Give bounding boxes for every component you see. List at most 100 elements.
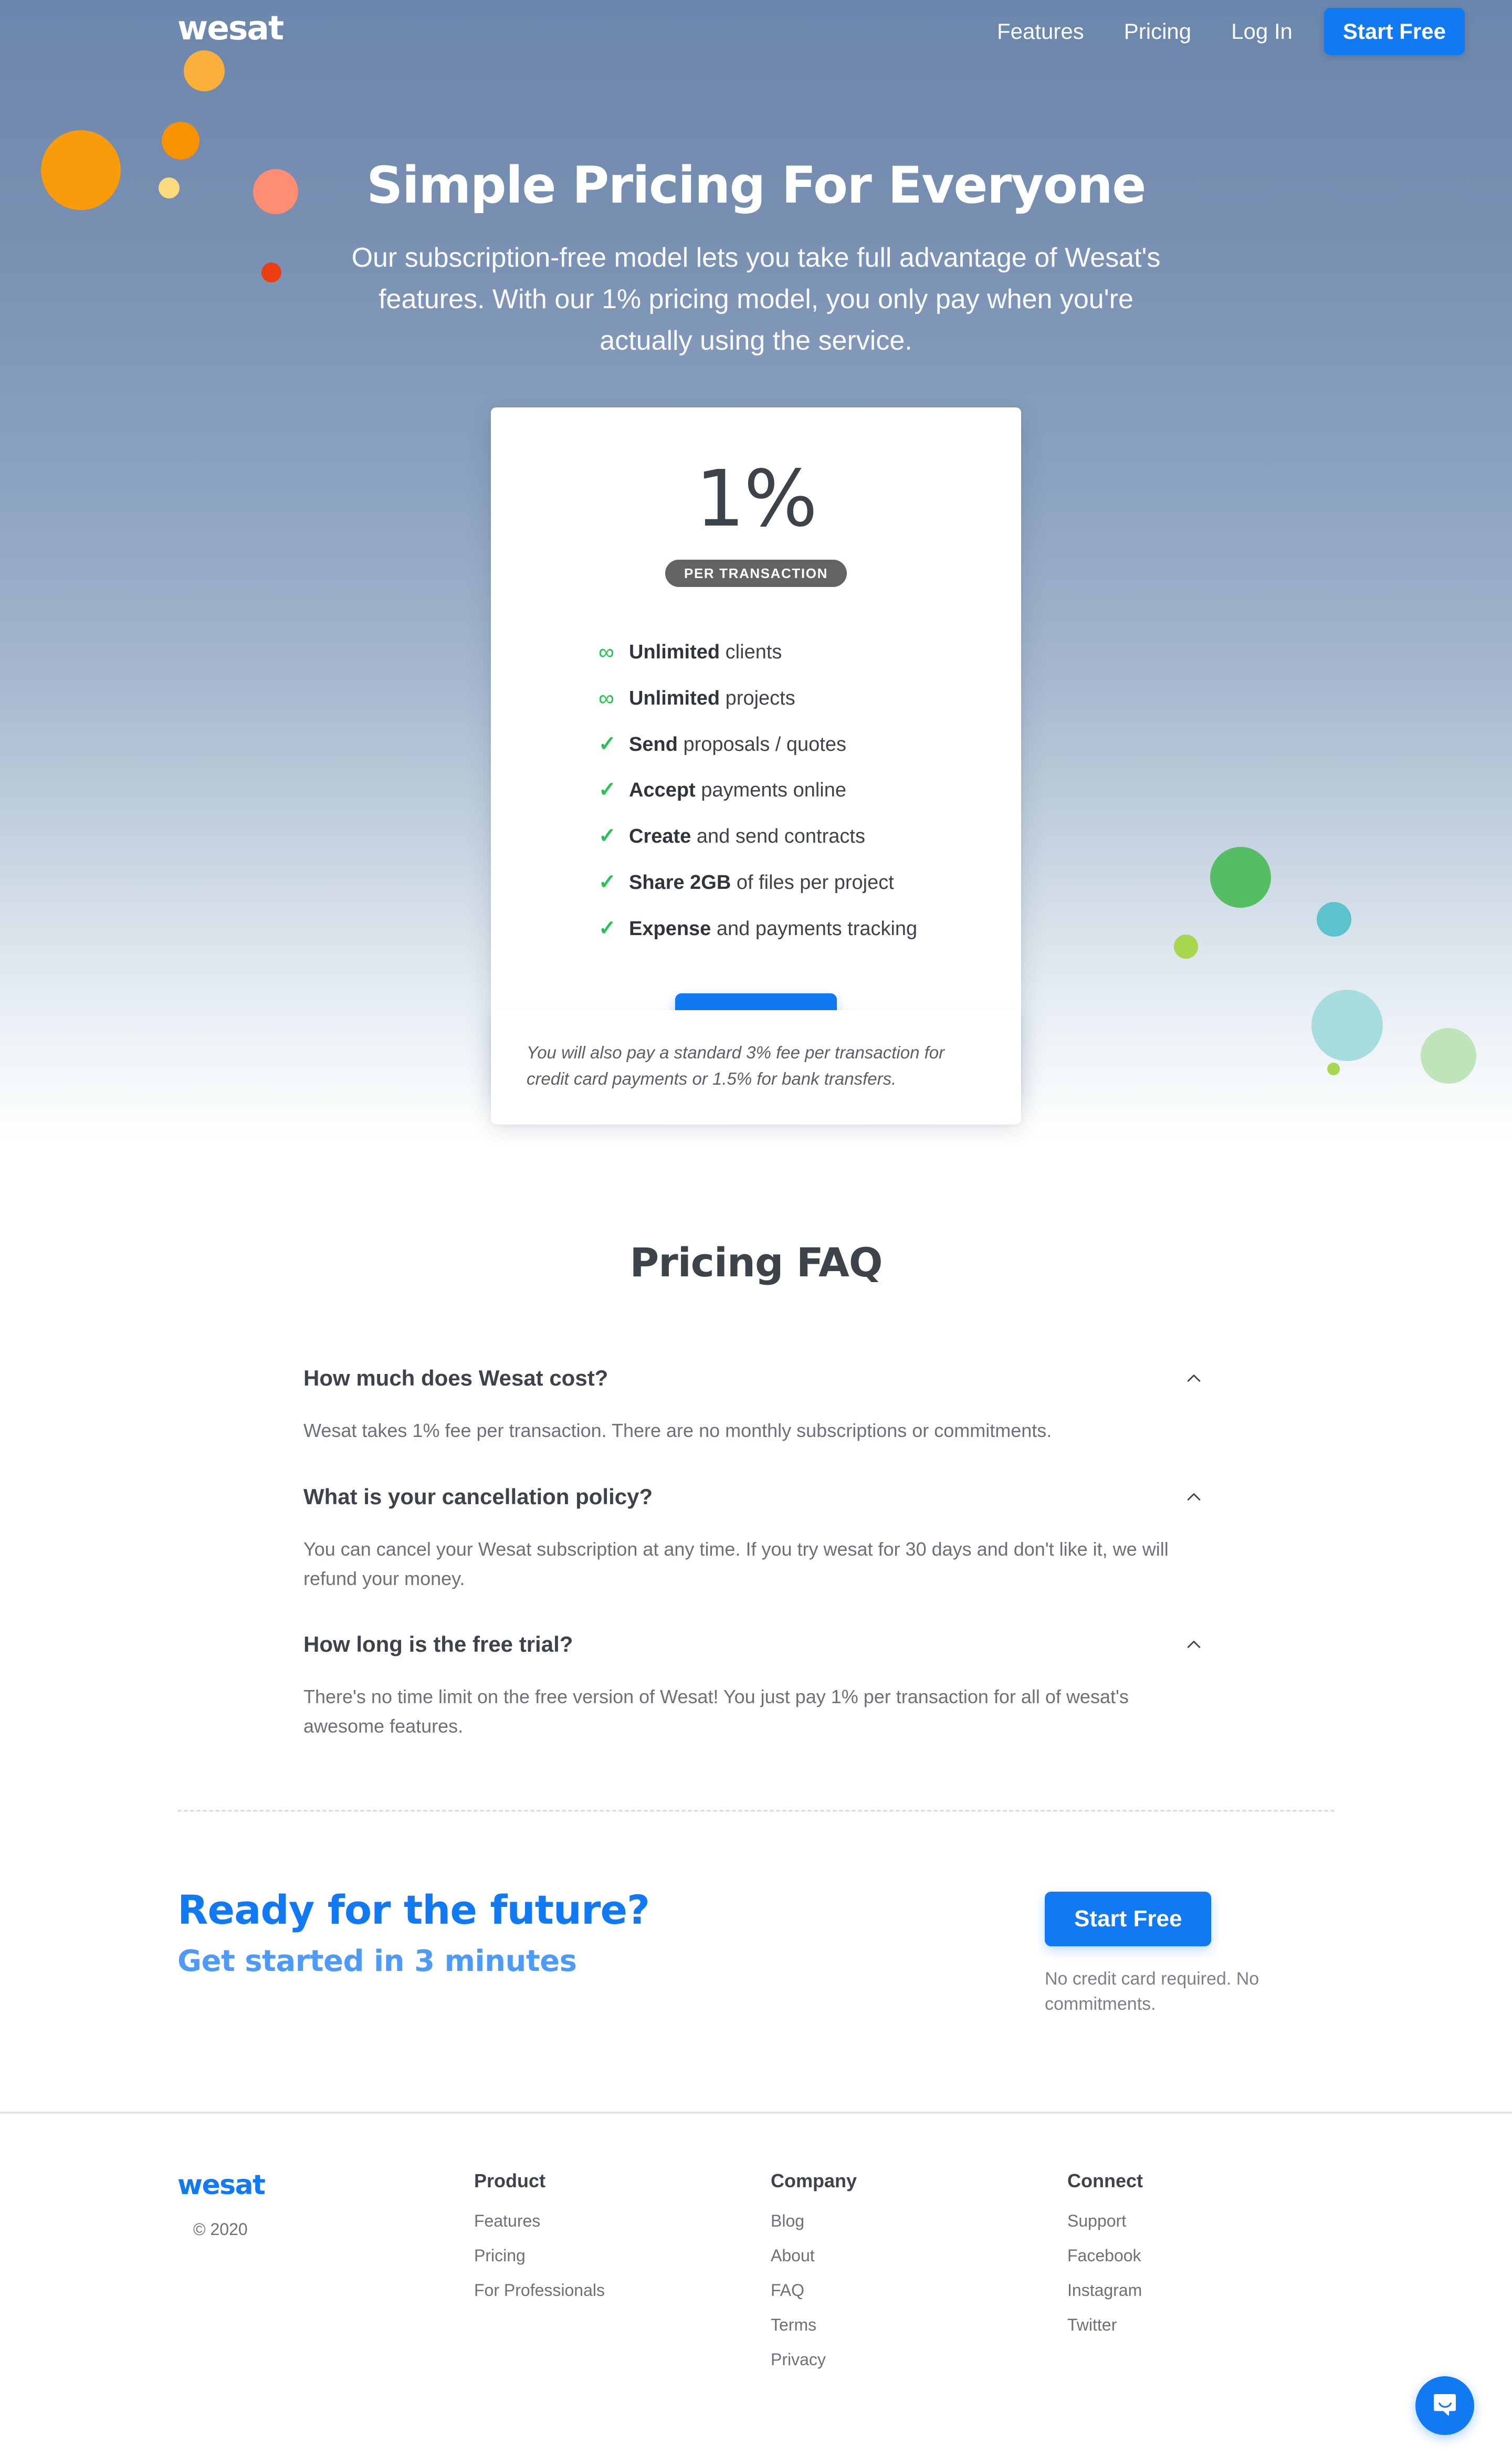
faq-question: What is your cancellation policy? <box>303 1484 653 1509</box>
section-divider <box>177 1810 1335 1812</box>
infinity-icon: ∞ <box>598 685 614 710</box>
footer-links-company: Blog About FAQ Terms Privacy <box>771 2212 857 2368</box>
price-badge-wrap: PER TRANSACTION <box>491 560 1021 587</box>
faq-answer: There's no time limit on the free versio… <box>303 1686 1129 1737</box>
nav-links: Features Pricing Log In Start Free <box>977 0 1465 63</box>
hero-title: Simple Pricing For Everyone <box>366 156 1146 215</box>
chevron-up-icon[interactable] <box>1179 1482 1209 1512</box>
footer-link-for-professionals[interactable]: For Professionals <box>474 2282 605 2299</box>
feature-label: Unlimited clients <box>629 641 782 663</box>
chat-launcher-button[interactable] <box>1415 2376 1474 2435</box>
chevron-up-icon[interactable] <box>1179 1630 1209 1659</box>
blob-red-small <box>261 263 281 282</box>
feature-label: Unlimited projects <box>629 687 795 709</box>
faq-item: How long is the free trial? There's no ti… <box>303 1620 1209 1759</box>
footer-heading-product: Product <box>474 2170 546 2191</box>
feature-label: Send proposals / quotes <box>629 733 846 756</box>
footer-link-privacy[interactable]: Privacy <box>771 2351 857 2368</box>
nav-link-pricing[interactable]: Pricing <box>1104 20 1211 43</box>
hero-subtitle: Our subscription-free model lets you tak… <box>351 243 1161 356</box>
feature-item: ∞ Unlimited clients <box>491 639 1021 664</box>
check-icon: ✓ <box>598 732 616 756</box>
hero-section: wesat Features Pricing Log In Start Free… <box>0 0 1512 1147</box>
infinity-icon: ∞ <box>598 639 614 664</box>
faq-question-row[interactable]: How long is the free trial? <box>303 1620 1209 1669</box>
footer-copyright: © 2020 <box>193 2220 248 2239</box>
footer-links-product: Features Pricing For Professionals <box>474 2212 605 2299</box>
faq-item: What is your cancellation policy? You can… <box>303 1473 1209 1611</box>
fee-disclaimer-card: You will also pay a standard 3% fee per … <box>491 1010 1021 1125</box>
footer-links-connect: Support Facebook Instagram Twitter <box>1067 2212 1143 2333</box>
feature-list: ∞ Unlimited clients ∞ Unlimited projects ✓ Se… <box>491 639 1021 941</box>
footer-link-blog[interactable]: Blog <box>771 2212 857 2229</box>
check-icon: ✓ <box>598 916 616 940</box>
site-logo[interactable]: wesat <box>177 12 284 45</box>
footer-link-instagram[interactable]: Instagram <box>1067 2282 1143 2299</box>
check-icon: ✓ <box>598 870 616 894</box>
feature-item: ✓ Send proposals / quotes <box>491 733 1021 757</box>
footer-heading-company: Company <box>771 2170 857 2191</box>
footer-inner: wesat © 2020 Product Features Pricing For … <box>0 2171 1512 2423</box>
faq-question: How long is the free trial? <box>303 1632 573 1657</box>
footer-heading-connect: Connect <box>1067 2170 1143 2191</box>
blob-lime-tiny <box>1327 1063 1340 1075</box>
footer-column-connect: Connect Support Facebook Instagram Twitter <box>1067 2171 1143 2351</box>
blob-teal-medium <box>1317 902 1351 937</box>
footer-column-product: Product Features Pricing For Professionals <box>474 2171 605 2316</box>
faq-question-row[interactable]: How much does Wesat cost? <box>303 1354 1209 1402</box>
blob-green-large <box>1210 847 1271 908</box>
faq-section: Pricing FAQ How much does Wesat cost? Wes… <box>0 1239 1512 1768</box>
footer-link-twitter[interactable]: Twitter <box>1067 2316 1143 2333</box>
feature-label: Accept payments online <box>629 779 847 802</box>
footer-link-pricing[interactable]: Pricing <box>474 2247 605 2264</box>
faq-answer: You can cancel your Wesat subscription a… <box>303 1538 1169 1589</box>
chevron-up-icon[interactable] <box>1179 1363 1209 1393</box>
feature-label: Create and send contracts <box>629 825 865 848</box>
feature-label: Expense and payments tracking <box>629 917 918 940</box>
blob-aqua-large <box>1311 990 1383 1061</box>
feature-item: ✓ Create and send contracts <box>491 825 1021 848</box>
top-navigation: wesat Features Pricing Log In Start Free <box>0 0 1512 63</box>
cta-heading: Ready for the future? <box>177 1886 650 1933</box>
nav-start-free-button[interactable]: Start Free <box>1324 8 1465 55</box>
check-icon: ✓ <box>598 778 616 802</box>
footer-logo[interactable]: wesat <box>177 2171 266 2199</box>
cta-start-free-button[interactable]: Start Free <box>1045 1892 1212 1946</box>
per-transaction-badge: PER TRANSACTION <box>665 560 847 587</box>
faq-list: How much does Wesat cost? Wesat takes 1% … <box>0 1354 1512 1759</box>
footer-link-facebook[interactable]: Facebook <box>1067 2247 1143 2264</box>
cta-band: Ready for the future? Get started in 3 m… <box>0 1887 1512 2087</box>
footer-link-faq[interactable]: FAQ <box>771 2282 857 2299</box>
faq-item: How much does Wesat cost? Wesat takes 1% … <box>303 1354 1209 1463</box>
blob-lime-small <box>1174 935 1198 959</box>
footer-brand: wesat © 2020 <box>177 2171 266 2239</box>
nav-link-features[interactable]: Features <box>977 20 1104 43</box>
footer-link-support[interactable]: Support <box>1067 2212 1143 2229</box>
feature-item: ✓ Share 2GB of files per project <box>491 871 1021 895</box>
fee-disclaimer-text: You will also pay a standard 3% fee per … <box>527 1043 945 1089</box>
nav-link-login[interactable]: Log In <box>1211 20 1312 43</box>
cta-action-block: Start Free No credit card required. No c… <box>1045 1892 1339 2017</box>
footer-link-features[interactable]: Features <box>474 2212 605 2229</box>
footer-link-about[interactable]: About <box>771 2247 857 2264</box>
site-footer: wesat © 2020 Product Features Pricing For … <box>0 2112 1512 2455</box>
pricing-card: 1% PER TRANSACTION ∞ Unlimited clients ∞ Un… <box>491 407 1021 1096</box>
footer-column-company: Company Blog About FAQ Terms Privacy <box>771 2171 857 2386</box>
faq-question-row[interactable]: What is your cancellation policy? <box>303 1473 1209 1521</box>
blob-orange-dark <box>162 122 200 160</box>
faq-answer: Wesat takes 1% fee per transaction. Ther… <box>303 1420 1052 1441</box>
cta-subheading: Get started in 3 minutes <box>177 1944 577 1979</box>
chat-bubble-icon <box>1430 2390 1460 2421</box>
price-amount: 1% <box>695 454 818 544</box>
faq-question: How much does Wesat cost? <box>303 1365 608 1390</box>
feature-item: ✓ Accept payments online <box>491 779 1021 802</box>
faq-title: Pricing FAQ <box>629 1239 883 1286</box>
feature-item: ✓ Expense and payments tracking <box>491 917 1021 941</box>
feature-label: Share 2GB of files per project <box>629 872 894 894</box>
cta-text-block: Ready for the future? Get started in 3 m… <box>177 1886 650 1979</box>
cta-note: No credit card required. No commitments. <box>1045 1969 1259 2015</box>
feature-item: ∞ Unlimited projects <box>491 685 1021 710</box>
check-icon: ✓ <box>598 824 616 848</box>
blob-mintgreen-large <box>1421 1028 1476 1084</box>
footer-link-terms[interactable]: Terms <box>771 2316 857 2333</box>
